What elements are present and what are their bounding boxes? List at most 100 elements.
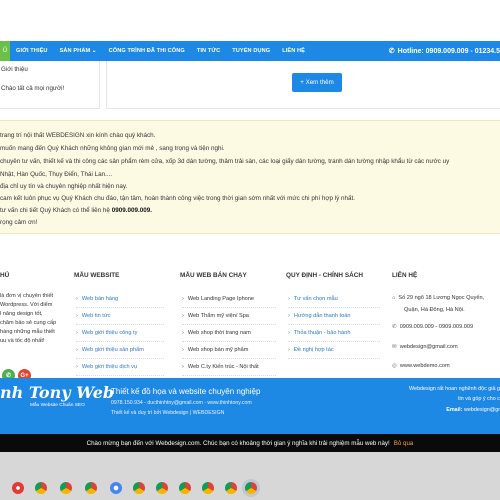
nav-item-tuyen-dung[interactable]: TUYỂN DỤNG (226, 48, 276, 54)
footer-link-label: Web C.ty Kiến trúc - Nội thất (187, 364, 259, 370)
footer-link[interactable]: › Web giới thiệu công ty (76, 325, 164, 342)
contact-website[interactable]: ◎ www.webdemo.com (392, 363, 450, 369)
bullet-icon: › (76, 364, 78, 370)
hotline: ✆ Hotline: 0909.009.009 - 01234.5 (389, 41, 500, 61)
footer-link[interactable]: › Web Landing Page Iphone (182, 291, 276, 308)
footer-contact-line: 0978.150.934 - ducthinhtny@gmail.com - w… (111, 400, 252, 406)
about-line: uu và tốc độ nhất! (0, 338, 45, 344)
footer-link-label: Web Thẩm mỹ viện/ Spa (187, 313, 249, 319)
footer-credit-line: Thiết kế và duy trì bởi Webdesign | WEBD… (111, 410, 225, 416)
blue-app-icon[interactable] (110, 482, 122, 494)
footer-bestsellers-title: MẪU WEB BÁN CHẠY (180, 272, 247, 279)
see-more-button[interactable]: + Xem thêm (292, 73, 342, 92)
footer-link-label: Hướng dẫn thanh toán (293, 313, 351, 319)
footer-link[interactable]: › Web giới thiệu sản phẩm (76, 342, 164, 359)
footer-link[interactable]: › Web shop thời trang nam (182, 325, 276, 342)
intro-line: cam kết luôn phục vụ Quý Khách chu đáo, … (0, 195, 356, 202)
bullet-icon: › (182, 313, 184, 319)
footer-link-label: Web giới thiệu dịch vụ (81, 364, 138, 370)
nav-item-san-pham[interactable]: SẢN PHẨM ⌄ (54, 48, 103, 54)
nav-item-san-pham-label: SẢN PHẨM (59, 48, 91, 54)
chrome-icon[interactable] (245, 482, 257, 494)
os-taskbar (0, 452, 500, 500)
footer-link-label: Web bán hàng (81, 296, 119, 302)
footer-slogan: Thiết kế đồ họa và website chuyên nghiệp (111, 387, 261, 396)
contact-phone: ✆ 0909.009.009 - 0909.009.009 (392, 324, 473, 330)
footer-link[interactable]: › Tư vấn chọn mẫu (288, 291, 380, 308)
footer-link-label: Web giới thiệu công ty (81, 330, 138, 336)
dismiss-button[interactable]: Bỏ qua (394, 440, 414, 447)
bullet-icon: › (288, 313, 290, 319)
bullet-icon: › (288, 296, 290, 302)
chrome-icon[interactable] (133, 482, 145, 494)
footer-link[interactable]: › Web C.ty Kiến trúc - Nội thất (182, 359, 276, 376)
phone-icon: ✆ (388, 48, 395, 55)
brand-logo[interactable]: nh Tony Web (0, 383, 114, 402)
footer-link-label: Tư vấn chọn mẫu (293, 296, 338, 302)
contact-email-text: webdesign@gmail.com (399, 344, 458, 350)
nav-menu: GIỚI THIỆU SẢN PHẨM ⌄ CÔNG TRÌNH ĐÃ THI … (10, 41, 311, 61)
footer-link-label: Web tin tức (81, 313, 111, 319)
intro-line: địa chỉ uy tín và chuyên nghiệp nhất hiệ… (0, 183, 128, 190)
footer-link[interactable]: › Web shop bán mỹ phẩm (182, 342, 276, 359)
chrome-icon[interactable] (202, 482, 214, 494)
cookie-notice-bar: Chào mừng bạn đến với Webdesign.com. Chú… (0, 434, 500, 452)
intro-phone: 0909.009.009. (111, 207, 152, 214)
nav-item-tin-tuc[interactable]: TIN TỨC (191, 48, 226, 54)
hotline-text: Hotline: 0909.009.009 - 01234.5 (397, 47, 500, 55)
footer-feedback-text: tin và góp ý cho c (458, 396, 500, 402)
footer-bestsellers-list: › Web Landing Page Iphone › Web Thẩm mỹ vi… (182, 291, 276, 376)
intro-line: rọng cảm ơn! (0, 219, 38, 226)
red-app-icon[interactable] (12, 482, 24, 494)
footer-columns: HỦ là đơn vị chuyên thiết Wordpress. Với… (0, 262, 500, 386)
intro-line: muốn mang đến Quý Khách những không gian… (0, 145, 225, 152)
bullet-icon: › (76, 313, 78, 319)
footer-link[interactable]: › Thỏa thuận - bảo hành (288, 325, 380, 342)
contact-email[interactable]: ✉ webdesign@gmail.com (392, 344, 458, 350)
envelope-icon: ✉ (392, 344, 397, 350)
about-line: Wordpress. Với điểm (0, 302, 53, 308)
nav-home-tab[interactable]: Ủ (0, 41, 10, 61)
footer-policy-list: › Tư vấn chọn mẫu › Hướng dẫn thanh toán ›… (288, 291, 380, 359)
bullet-icon: › (182, 364, 184, 370)
footer-link[interactable]: › Web Thẩm mỹ viện/ Spa (182, 308, 276, 325)
phone-icon: ✆ (392, 324, 397, 330)
footer-about-title: HỦ (0, 272, 10, 279)
footer-link[interactable]: › Web giới thiệu dịch vụ (76, 359, 164, 376)
footer-link-label: Web Landing Page Iphone (187, 296, 255, 302)
chrome-icon[interactable] (225, 482, 237, 494)
bullet-icon: › (288, 330, 290, 336)
footer-link[interactable]: › Web bán hàng (76, 291, 164, 308)
globe-icon: ◎ (392, 363, 397, 369)
footer-link[interactable]: › Đề nghị hợp tác (288, 342, 380, 359)
footer-link-label: Thỏa thuận - bảo hành (293, 330, 351, 336)
footer-link-label: Đề nghị hợp tác (293, 347, 334, 353)
intro-line: trang trí nội thất WEBDESIGN xin kính ch… (0, 132, 156, 139)
footer-link[interactable]: › Hướng dẫn thanh toán (288, 308, 380, 325)
footer-link-label: Web shop thời trang nam (187, 330, 251, 336)
footer-email-value: webdesign@gr (463, 407, 500, 413)
address-line-2: Quận, Hà Đông, Hà Nội. (404, 307, 465, 313)
bullet-icon: › (76, 347, 78, 353)
footer-link[interactable]: › Web tin tức (76, 308, 164, 325)
bullet-icon: › (182, 296, 184, 302)
brand-tagline: Mẫu Website Chuẩn SEO (30, 403, 85, 408)
chrome-icon[interactable] (60, 482, 72, 494)
nav-item-gioi-thieu[interactable]: GIỚI THIỆU (10, 48, 54, 54)
footer-policy-title: QUY ĐỊNH - CHÍNH SÁCH (286, 272, 363, 279)
nav-item-lien-he[interactable]: LIÊN HỆ (276, 48, 311, 54)
nav-item-cong-trinh[interactable]: CÔNG TRÌNH ĐÃ THI CÔNG (103, 48, 191, 54)
intro-sidebar-heading: Giới thiệu (1, 66, 28, 73)
chrome-icon[interactable] (156, 482, 168, 494)
footer-contact-title: LIÊN HỆ (392, 272, 418, 279)
intro-line: chuyên tư vấn, thiết kế và thi công các … (0, 158, 450, 165)
footer-link-label: Web shop bán mỹ phẩm (187, 347, 249, 353)
footer-templates-title: MẪU WEBSITE (74, 272, 120, 279)
footer-about-text: là đơn vị chuyên thiết Wordpress. Với đi… (0, 292, 62, 346)
chrome-icon[interactable] (35, 482, 47, 494)
footer-welcome-text: Webdesign rất hoan nghênh độc giả g (408, 386, 500, 392)
chrome-icon[interactable] (179, 482, 191, 494)
about-line: là đơn vị chuyên thiết (0, 293, 54, 299)
footer-email-label: Email: (446, 407, 463, 413)
chrome-icon[interactable] (85, 482, 97, 494)
